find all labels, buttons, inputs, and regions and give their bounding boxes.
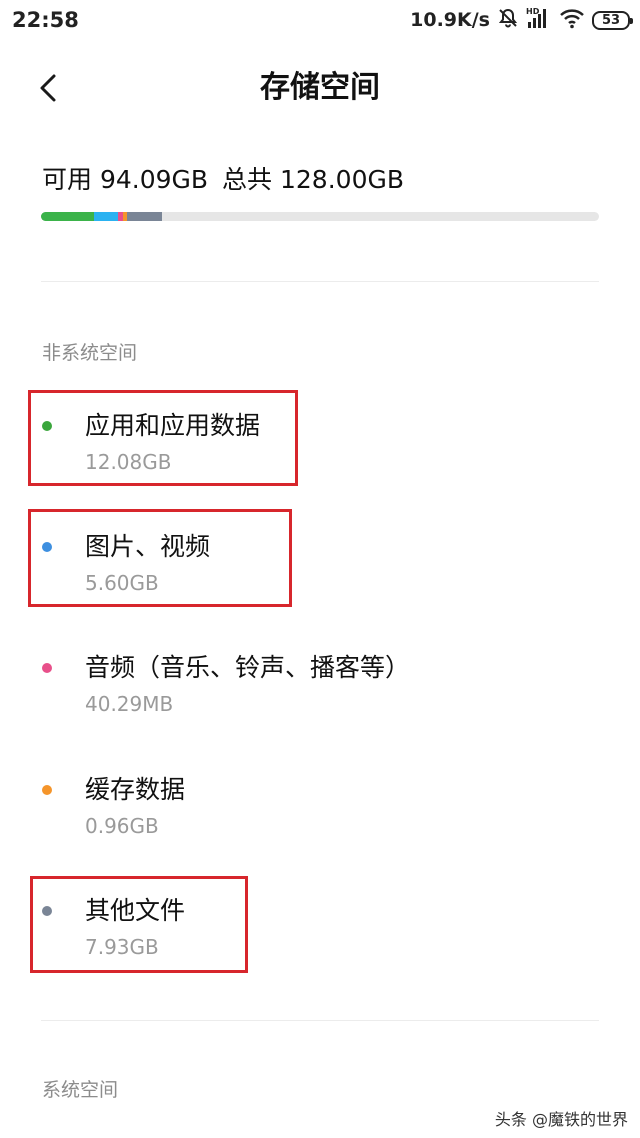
chevron-left-icon: [40, 74, 56, 102]
category-name: 图片、视频: [85, 532, 211, 561]
wifi-icon: [559, 7, 585, 33]
storage-bar-segment: [93, 212, 119, 221]
category-other-files[interactable]: 其他文件 7.93GB: [42, 885, 600, 985]
total-storage: 总共 128.00GB: [222, 165, 404, 194]
status-bar: 22:58 10.9K/s HD 53: [0, 0, 640, 40]
battery-icon: 53: [592, 10, 633, 30]
category-size: 7.93GB: [85, 935, 159, 959]
category-size: 12.08GB: [85, 450, 172, 474]
svg-text:HD: HD: [526, 7, 540, 16]
category-color-dot: [42, 785, 52, 795]
storage-bar-segment: [41, 212, 94, 221]
divider: [41, 1020, 599, 1021]
hd-signal-icon: HD: [526, 6, 552, 34]
storage-summary: 可用 94.09GB 总共 128.00GB: [42, 160, 418, 196]
status-time: 22:58: [12, 8, 79, 32]
storage-usage-bar: [41, 212, 599, 221]
category-name: 应用和应用数据: [85, 411, 261, 440]
category-name: 音频（音乐、铃声、播客等）: [85, 653, 411, 682]
category-size: 0.96GB: [85, 814, 159, 838]
section-title-system: 系统空间: [42, 1079, 119, 1101]
category-color-dot: [42, 542, 52, 552]
storage-bar-segment: [126, 212, 162, 221]
category-name: 其他文件: [85, 896, 186, 925]
divider: [41, 281, 599, 282]
category-photos-videos[interactable]: 图片、视频 5.60GB: [42, 521, 600, 621]
category-apps[interactable]: 应用和应用数据 12.08GB: [42, 400, 600, 500]
available-storage: 可用 94.09GB: [42, 165, 209, 194]
category-name: 缓存数据: [85, 775, 186, 804]
category-color-dot: [42, 906, 52, 916]
category-color-dot: [42, 421, 52, 431]
watermark: 头条 @魔铁的世界: [494, 1110, 628, 1129]
category-color-dot: [42, 663, 52, 673]
back-button[interactable]: [30, 66, 74, 110]
status-right-group: 10.9K/s HD 53: [410, 6, 633, 34]
network-speed: 10.9K/s: [410, 9, 490, 31]
mute-bell-icon: [497, 7, 519, 33]
category-audio[interactable]: 音频（音乐、铃声、播客等） 40.29MB: [42, 642, 600, 742]
category-size: 40.29MB: [85, 692, 174, 716]
category-cache[interactable]: 缓存数据 0.96GB: [42, 764, 600, 864]
section-title-non-system: 非系统空间: [42, 342, 138, 364]
category-size: 5.60GB: [85, 571, 159, 595]
page-title: 存储空间: [260, 70, 380, 105]
